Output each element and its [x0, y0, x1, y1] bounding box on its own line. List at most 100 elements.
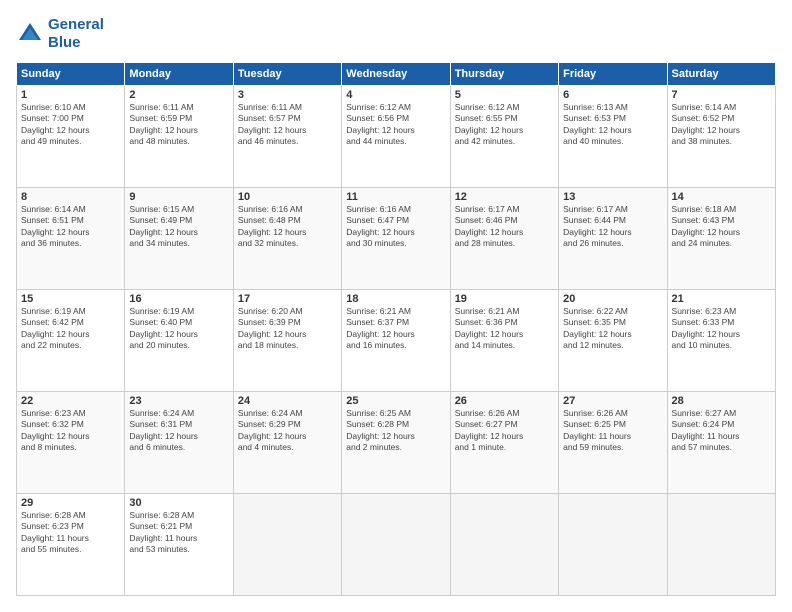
calendar-week-row: 1Sunrise: 6:10 AM Sunset: 7:00 PM Daylig…	[17, 86, 776, 188]
table-row: 21Sunrise: 6:23 AM Sunset: 6:33 PM Dayli…	[667, 290, 775, 392]
table-row: 4Sunrise: 6:12 AM Sunset: 6:56 PM Daylig…	[342, 86, 450, 188]
day-number: 7	[672, 89, 771, 101]
table-row: 20Sunrise: 6:22 AM Sunset: 6:35 PM Dayli…	[559, 290, 667, 392]
header: General Blue	[16, 16, 776, 52]
calendar-header-row: Sunday Monday Tuesday Wednesday Thursday…	[17, 63, 776, 86]
col-wednesday: Wednesday	[342, 63, 450, 86]
table-row: 18Sunrise: 6:21 AM Sunset: 6:37 PM Dayli…	[342, 290, 450, 392]
table-row	[450, 494, 558, 596]
day-number: 5	[455, 89, 554, 101]
table-row: 3Sunrise: 6:11 AM Sunset: 6:57 PM Daylig…	[233, 86, 341, 188]
table-row: 16Sunrise: 6:19 AM Sunset: 6:40 PM Dayli…	[125, 290, 233, 392]
day-info: Sunrise: 6:17 AM Sunset: 6:44 PM Dayligh…	[563, 204, 662, 250]
col-friday: Friday	[559, 63, 667, 86]
table-row: 2Sunrise: 6:11 AM Sunset: 6:59 PM Daylig…	[125, 86, 233, 188]
table-row: 15Sunrise: 6:19 AM Sunset: 6:42 PM Dayli…	[17, 290, 125, 392]
day-number: 6	[563, 89, 662, 101]
logo-text: General Blue	[48, 16, 104, 52]
table-row	[233, 494, 341, 596]
table-row: 6Sunrise: 6:13 AM Sunset: 6:53 PM Daylig…	[559, 86, 667, 188]
table-row: 17Sunrise: 6:20 AM Sunset: 6:39 PM Dayli…	[233, 290, 341, 392]
page: General Blue Sunday Monday Tuesday Wedne…	[0, 0, 792, 612]
table-row: 10Sunrise: 6:16 AM Sunset: 6:48 PM Dayli…	[233, 188, 341, 290]
col-monday: Monday	[125, 63, 233, 86]
calendar-week-row: 8Sunrise: 6:14 AM Sunset: 6:51 PM Daylig…	[17, 188, 776, 290]
day-info: Sunrise: 6:19 AM Sunset: 6:42 PM Dayligh…	[21, 306, 120, 352]
table-row: 13Sunrise: 6:17 AM Sunset: 6:44 PM Dayli…	[559, 188, 667, 290]
day-number: 8	[21, 191, 120, 203]
day-number: 4	[346, 89, 445, 101]
day-info: Sunrise: 6:15 AM Sunset: 6:49 PM Dayligh…	[129, 204, 228, 250]
day-number: 16	[129, 293, 228, 305]
day-number: 9	[129, 191, 228, 203]
day-info: Sunrise: 6:16 AM Sunset: 6:48 PM Dayligh…	[238, 204, 337, 250]
day-number: 11	[346, 191, 445, 203]
day-number: 12	[455, 191, 554, 203]
table-row: 12Sunrise: 6:17 AM Sunset: 6:46 PM Dayli…	[450, 188, 558, 290]
day-info: Sunrise: 6:26 AM Sunset: 6:27 PM Dayligh…	[455, 408, 554, 454]
day-number: 3	[238, 89, 337, 101]
table-row: 9Sunrise: 6:15 AM Sunset: 6:49 PM Daylig…	[125, 188, 233, 290]
day-info: Sunrise: 6:27 AM Sunset: 6:24 PM Dayligh…	[672, 408, 771, 454]
day-number: 30	[129, 497, 228, 509]
table-row: 30Sunrise: 6:28 AM Sunset: 6:21 PM Dayli…	[125, 494, 233, 596]
day-number: 15	[21, 293, 120, 305]
calendar-week-row: 29Sunrise: 6:28 AM Sunset: 6:23 PM Dayli…	[17, 494, 776, 596]
day-info: Sunrise: 6:19 AM Sunset: 6:40 PM Dayligh…	[129, 306, 228, 352]
table-row: 8Sunrise: 6:14 AM Sunset: 6:51 PM Daylig…	[17, 188, 125, 290]
day-info: Sunrise: 6:18 AM Sunset: 6:43 PM Dayligh…	[672, 204, 771, 250]
day-info: Sunrise: 6:10 AM Sunset: 7:00 PM Dayligh…	[21, 102, 120, 148]
table-row: 14Sunrise: 6:18 AM Sunset: 6:43 PM Dayli…	[667, 188, 775, 290]
day-info: Sunrise: 6:23 AM Sunset: 6:33 PM Dayligh…	[672, 306, 771, 352]
day-info: Sunrise: 6:17 AM Sunset: 6:46 PM Dayligh…	[455, 204, 554, 250]
day-number: 26	[455, 395, 554, 407]
day-number: 2	[129, 89, 228, 101]
table-row: 29Sunrise: 6:28 AM Sunset: 6:23 PM Dayli…	[17, 494, 125, 596]
table-row: 11Sunrise: 6:16 AM Sunset: 6:47 PM Dayli…	[342, 188, 450, 290]
table-row: 27Sunrise: 6:26 AM Sunset: 6:25 PM Dayli…	[559, 392, 667, 494]
table-row	[667, 494, 775, 596]
table-row: 19Sunrise: 6:21 AM Sunset: 6:36 PM Dayli…	[450, 290, 558, 392]
col-thursday: Thursday	[450, 63, 558, 86]
day-number: 1	[21, 89, 120, 101]
day-number: 21	[672, 293, 771, 305]
logo: General Blue	[16, 16, 104, 52]
col-sunday: Sunday	[17, 63, 125, 86]
day-info: Sunrise: 6:25 AM Sunset: 6:28 PM Dayligh…	[346, 408, 445, 454]
day-number: 24	[238, 395, 337, 407]
day-number: 23	[129, 395, 228, 407]
day-info: Sunrise: 6:14 AM Sunset: 6:51 PM Dayligh…	[21, 204, 120, 250]
table-row	[342, 494, 450, 596]
table-row: 5Sunrise: 6:12 AM Sunset: 6:55 PM Daylig…	[450, 86, 558, 188]
day-info: Sunrise: 6:20 AM Sunset: 6:39 PM Dayligh…	[238, 306, 337, 352]
table-row: 26Sunrise: 6:26 AM Sunset: 6:27 PM Dayli…	[450, 392, 558, 494]
table-row: 24Sunrise: 6:24 AM Sunset: 6:29 PM Dayli…	[233, 392, 341, 494]
day-info: Sunrise: 6:14 AM Sunset: 6:52 PM Dayligh…	[672, 102, 771, 148]
logo-icon	[16, 20, 44, 48]
day-info: Sunrise: 6:11 AM Sunset: 6:57 PM Dayligh…	[238, 102, 337, 148]
day-number: 29	[21, 497, 120, 509]
day-info: Sunrise: 6:21 AM Sunset: 6:36 PM Dayligh…	[455, 306, 554, 352]
day-number: 22	[21, 395, 120, 407]
col-tuesday: Tuesday	[233, 63, 341, 86]
day-info: Sunrise: 6:11 AM Sunset: 6:59 PM Dayligh…	[129, 102, 228, 148]
table-row: 1Sunrise: 6:10 AM Sunset: 7:00 PM Daylig…	[17, 86, 125, 188]
calendar-table: Sunday Monday Tuesday Wednesday Thursday…	[16, 62, 776, 596]
calendar-week-row: 15Sunrise: 6:19 AM Sunset: 6:42 PM Dayli…	[17, 290, 776, 392]
day-info: Sunrise: 6:12 AM Sunset: 6:55 PM Dayligh…	[455, 102, 554, 148]
day-info: Sunrise: 6:28 AM Sunset: 6:21 PM Dayligh…	[129, 510, 228, 556]
day-number: 14	[672, 191, 771, 203]
day-info: Sunrise: 6:24 AM Sunset: 6:31 PM Dayligh…	[129, 408, 228, 454]
table-row	[559, 494, 667, 596]
day-info: Sunrise: 6:24 AM Sunset: 6:29 PM Dayligh…	[238, 408, 337, 454]
day-number: 13	[563, 191, 662, 203]
day-info: Sunrise: 6:12 AM Sunset: 6:56 PM Dayligh…	[346, 102, 445, 148]
day-info: Sunrise: 6:23 AM Sunset: 6:32 PM Dayligh…	[21, 408, 120, 454]
day-info: Sunrise: 6:21 AM Sunset: 6:37 PM Dayligh…	[346, 306, 445, 352]
day-number: 25	[346, 395, 445, 407]
day-info: Sunrise: 6:16 AM Sunset: 6:47 PM Dayligh…	[346, 204, 445, 250]
day-number: 28	[672, 395, 771, 407]
calendar-week-row: 22Sunrise: 6:23 AM Sunset: 6:32 PM Dayli…	[17, 392, 776, 494]
table-row: 28Sunrise: 6:27 AM Sunset: 6:24 PM Dayli…	[667, 392, 775, 494]
day-info: Sunrise: 6:13 AM Sunset: 6:53 PM Dayligh…	[563, 102, 662, 148]
